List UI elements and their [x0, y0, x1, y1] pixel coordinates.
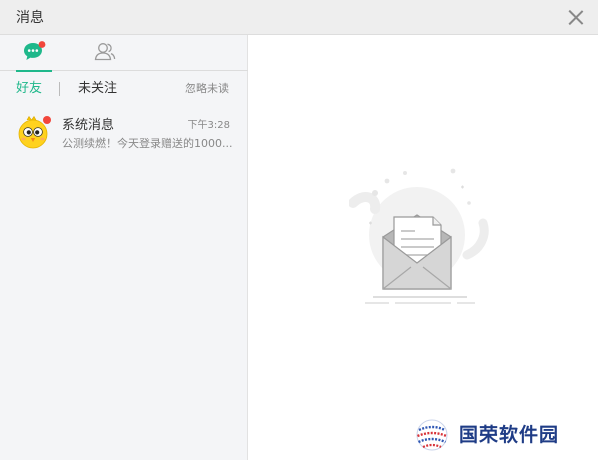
tab-contacts[interactable]: [85, 35, 125, 71]
unread-dot: [43, 116, 51, 124]
tab-chat[interactable]: [14, 35, 54, 72]
filter-friends[interactable]: 好友: [16, 81, 42, 97]
globe-logo-icon: [416, 419, 448, 451]
watermark-text: 国荣软件园: [459, 424, 560, 446]
chat-bubble-icon: [24, 41, 46, 60]
close-icon[interactable]: [568, 9, 584, 25]
window-title: 消息: [16, 10, 44, 26]
conversation-sidebar: 好友 未关注 忽略未读 系统消息 下午3:28 公测续燃！今天登录赠送的1000…: [0, 35, 248, 460]
conversation-view: [249, 35, 598, 460]
filter-row: 好友 未关注 忽略未读: [0, 71, 248, 107]
message-preview: 公测续燃！今天登录赠送的1000...: [62, 137, 232, 150]
message-sender: 系统消息: [62, 118, 115, 133]
watermark: 国荣软件园: [415, 418, 595, 452]
ignore-unread-button[interactable]: 忽略未读: [185, 82, 229, 96]
title-bar: 消息: [0, 0, 598, 35]
message-time: 下午3:28: [187, 120, 230, 131]
filter-divider: [59, 82, 60, 96]
icon-tab-bar: [0, 35, 248, 72]
filter-unfollowed[interactable]: 未关注: [78, 81, 117, 97]
list-item[interactable]: 系统消息 下午3:28 公测续燃！今天登录赠送的1000...: [0, 112, 248, 162]
envelope-letter-icon: [349, 168, 489, 304]
contacts-icon: [94, 43, 116, 61]
